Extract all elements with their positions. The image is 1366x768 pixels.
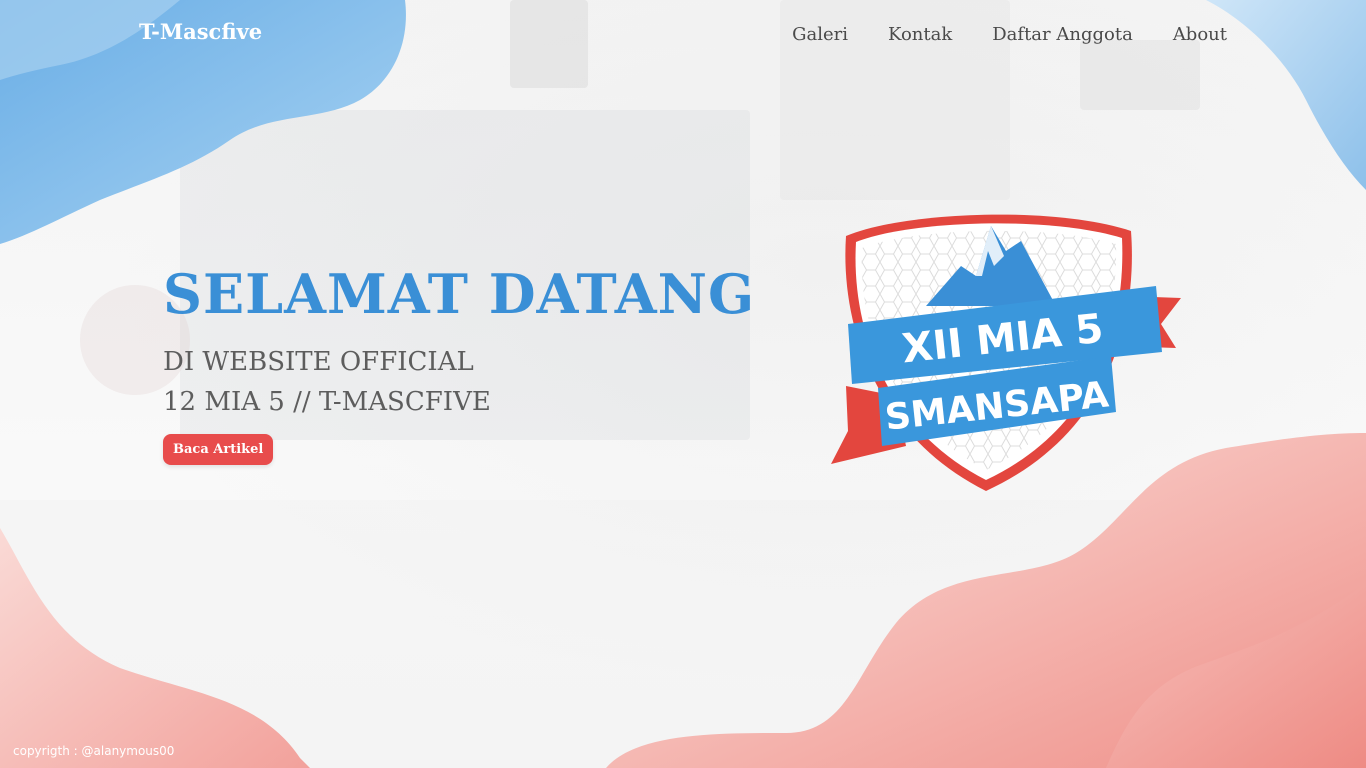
blue-blob-top-right xyxy=(1206,0,1366,190)
copyright-text: copyrigth : @alanymous00 xyxy=(13,744,175,758)
hero-title: SELAMAT DATANG xyxy=(163,262,756,326)
hero-section: SELAMAT DATANG DI WEBSITE OFFICIAL 12 MI… xyxy=(163,262,756,465)
background-frame xyxy=(1080,40,1200,110)
hero-subtitle-line2: 12 MIA 5 // T-MASCFIVE xyxy=(163,387,491,417)
site-logo[interactable]: T-Mascfive xyxy=(139,19,262,44)
hero-subtitle: DI WEBSITE OFFICIAL 12 MIA 5 // T-MASCFI… xyxy=(163,342,723,422)
hero-subtitle-line1: DI WEBSITE OFFICIAL xyxy=(163,347,474,377)
read-article-button[interactable]: Baca Artikel xyxy=(163,434,274,465)
main-nav: Galeri Kontak Daftar Anggota About xyxy=(792,24,1227,45)
nav-link-kontak[interactable]: Kontak xyxy=(888,24,952,45)
class-badge: XII MIA 5 SMANSAPA xyxy=(831,214,1181,492)
nav-link-daftar-anggota[interactable]: Daftar Anggota xyxy=(992,24,1133,45)
red-blob-bottom-left xyxy=(0,528,310,768)
nav-link-about[interactable]: About xyxy=(1173,24,1227,45)
nav-link-galeri[interactable]: Galeri xyxy=(792,24,848,45)
background-frame xyxy=(510,0,588,88)
